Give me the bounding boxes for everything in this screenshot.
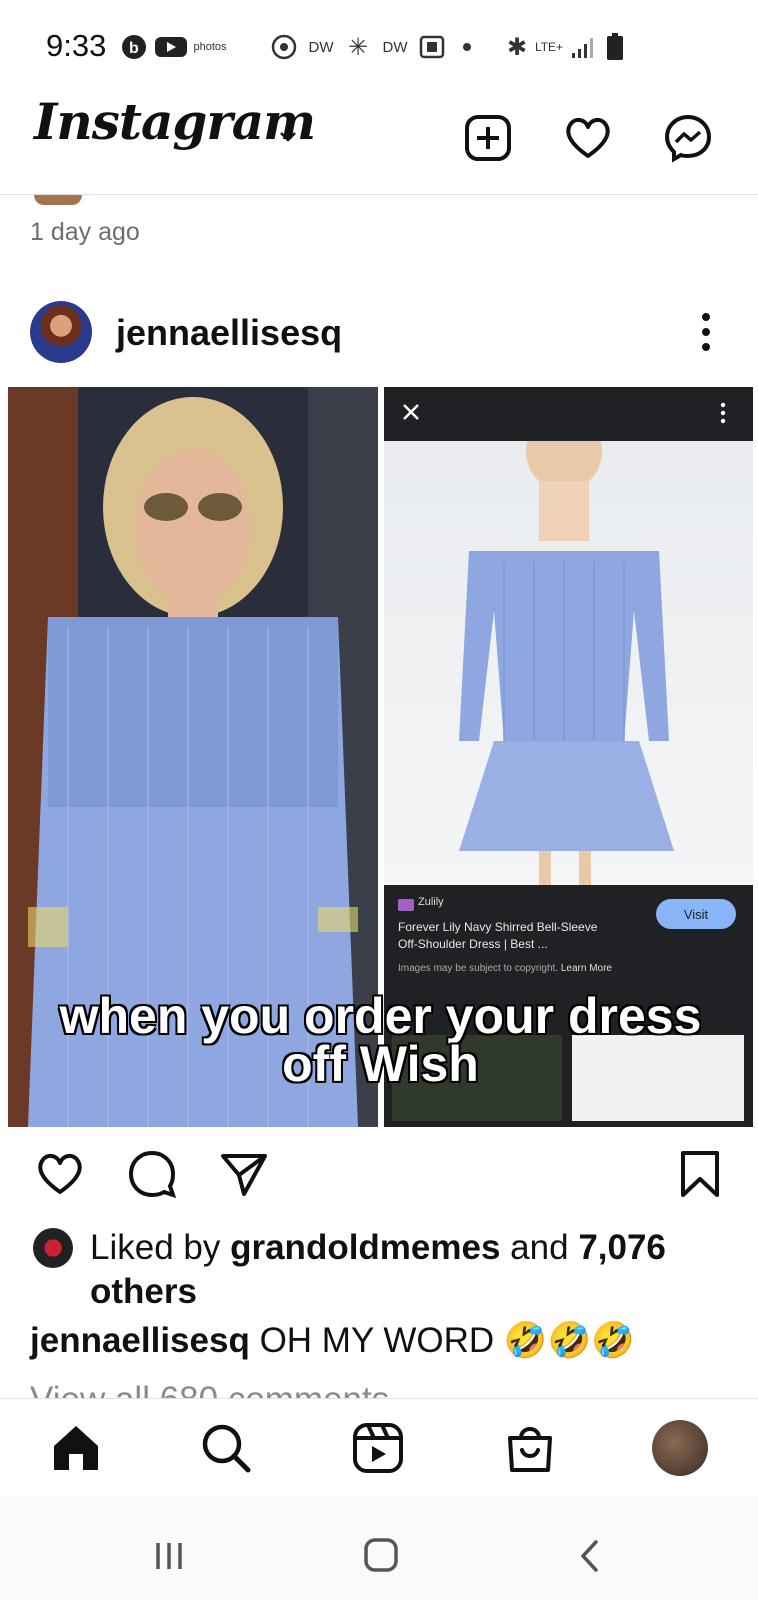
close-icon (400, 401, 422, 423)
learn-more-link: Learn More (560, 963, 612, 974)
home-icon[interactable] (48, 1420, 104, 1476)
instagram-logo[interactable]: Instagram (34, 92, 316, 151)
like-icon[interactable] (34, 1148, 86, 1200)
recent-apps-icon[interactable] (152, 1539, 186, 1573)
chevron-down-icon[interactable] (276, 124, 300, 148)
result-title: Forever Lily Navy Shirred Bell-Sleeve Of… (398, 919, 597, 953)
lte-icon: LTE+ (534, 40, 564, 54)
more-options-icon[interactable] (700, 312, 712, 352)
meme-caption-line2: off Wish (282, 1036, 479, 1092)
search-result-header (384, 387, 753, 441)
bluetooth-icon: ✱ (506, 33, 528, 61)
result-source: Zulily (418, 896, 444, 908)
copyright-note: Images may be subject to copyright. Lear… (398, 963, 612, 974)
comment-icon[interactable] (126, 1148, 178, 1200)
walmart-icon: ✳ (347, 33, 369, 61)
kebab-icon (718, 401, 728, 425)
status-time: 9:33 (46, 28, 107, 63)
meme-caption-line1: when you order your dress (59, 988, 702, 1044)
meme-caption: when you order your dress off Wish (8, 988, 753, 1092)
zulily-logo-icon (398, 899, 414, 911)
likes-prefix: Liked by (90, 1228, 231, 1267)
dw-icon-2: DW (382, 38, 408, 56)
caption-username[interactable]: jennaellisesq (30, 1321, 250, 1360)
post-caption: jennaellisesq OH MY WORD 🤣🤣🤣 (30, 1320, 635, 1361)
b-icon: b (120, 34, 148, 60)
svg-text:b: b (129, 40, 139, 57)
likes-end[interactable]: others (90, 1272, 197, 1311)
likes-suffix: and (500, 1228, 579, 1267)
home-button-icon[interactable] (363, 1537, 399, 1573)
likes-summary[interactable]: Liked by grandoldmemes and 7,076 others (90, 1226, 730, 1314)
save-icon[interactable] (674, 1148, 726, 1200)
prev-post-avatar (34, 195, 82, 205)
photos-icon: photos (193, 41, 227, 53)
dress-product-photo (384, 411, 753, 885)
heart-icon[interactable] (562, 112, 614, 164)
amazon-icon (418, 34, 446, 60)
visit-button: Visit (656, 899, 736, 929)
profile-avatar[interactable] (652, 1420, 708, 1476)
new-post-icon[interactable] (462, 112, 514, 164)
dot-icon (462, 34, 472, 60)
navigation-icon (270, 34, 298, 60)
likes-user[interactable]: grandoldmemes (230, 1228, 500, 1267)
post-username[interactable]: jennaellisesq (116, 312, 342, 354)
view-all-comments[interactable]: View all 680 comments (30, 1380, 389, 1398)
nav-divider (0, 1398, 758, 1399)
header-divider (0, 194, 758, 195)
youtube-icon (154, 34, 188, 60)
likes-avatar[interactable] (33, 1228, 73, 1268)
caption-text: OH MY WORD 🤣🤣🤣 (259, 1321, 635, 1360)
messenger-icon[interactable] (662, 112, 714, 164)
copyright-text: Images may be subject to copyright. (398, 963, 559, 974)
result-title-line1: Forever Lily Navy Shirred Bell-Sleeve (398, 920, 598, 934)
signal-icon (568, 34, 598, 60)
likes-count[interactable]: 7,076 (578, 1228, 666, 1267)
system-nav-bar (0, 1497, 758, 1600)
share-icon[interactable] (218, 1148, 270, 1200)
back-icon[interactable] (578, 1539, 602, 1573)
battery-icon (604, 33, 626, 60)
prev-post-time: 1 day ago (30, 218, 140, 246)
search-icon[interactable] (198, 1420, 254, 1476)
reels-icon[interactable] (350, 1420, 406, 1476)
avatar[interactable] (30, 301, 92, 363)
dw-icon: DW (308, 38, 334, 56)
result-title-line2: Off-Shoulder Dress | Best ... (398, 937, 548, 951)
shop-icon[interactable] (502, 1420, 558, 1476)
view-all-comments-text[interactable]: View all 680 comments (30, 1380, 389, 1398)
status-bar: 9:33 b photos DW ✳ DW ✱ LTE+ (0, 0, 758, 90)
